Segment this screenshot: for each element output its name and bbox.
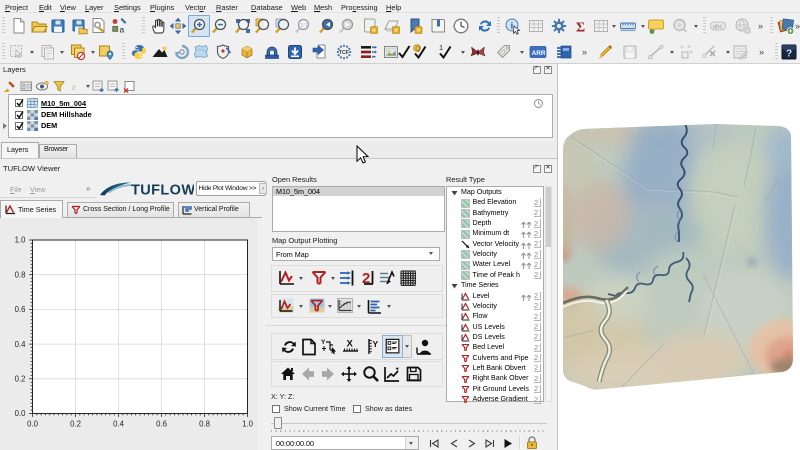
svg-text:a: a (120, 25, 125, 35)
svg-text:X: X (347, 339, 354, 350)
svg-text:Y: Y (373, 339, 379, 349)
svg-text:1:1: 1:1 (301, 23, 308, 29)
svg-text:TUFLOW: TUFLOW (131, 183, 194, 199)
svg-text:TCF: TCF (339, 50, 349, 56)
svg-text:1: 1 (439, 43, 443, 52)
svg-text:ARR: ARR (532, 50, 546, 57)
svg-text:ε: ε (72, 82, 76, 93)
svg-text:?: ? (786, 49, 792, 60)
svg-text:Σ: Σ (576, 21, 585, 36)
svg-text:abc: abc (713, 24, 723, 30)
svg-text:Y: Y (321, 339, 326, 346)
svg-text:Q: Q (415, 46, 420, 53)
